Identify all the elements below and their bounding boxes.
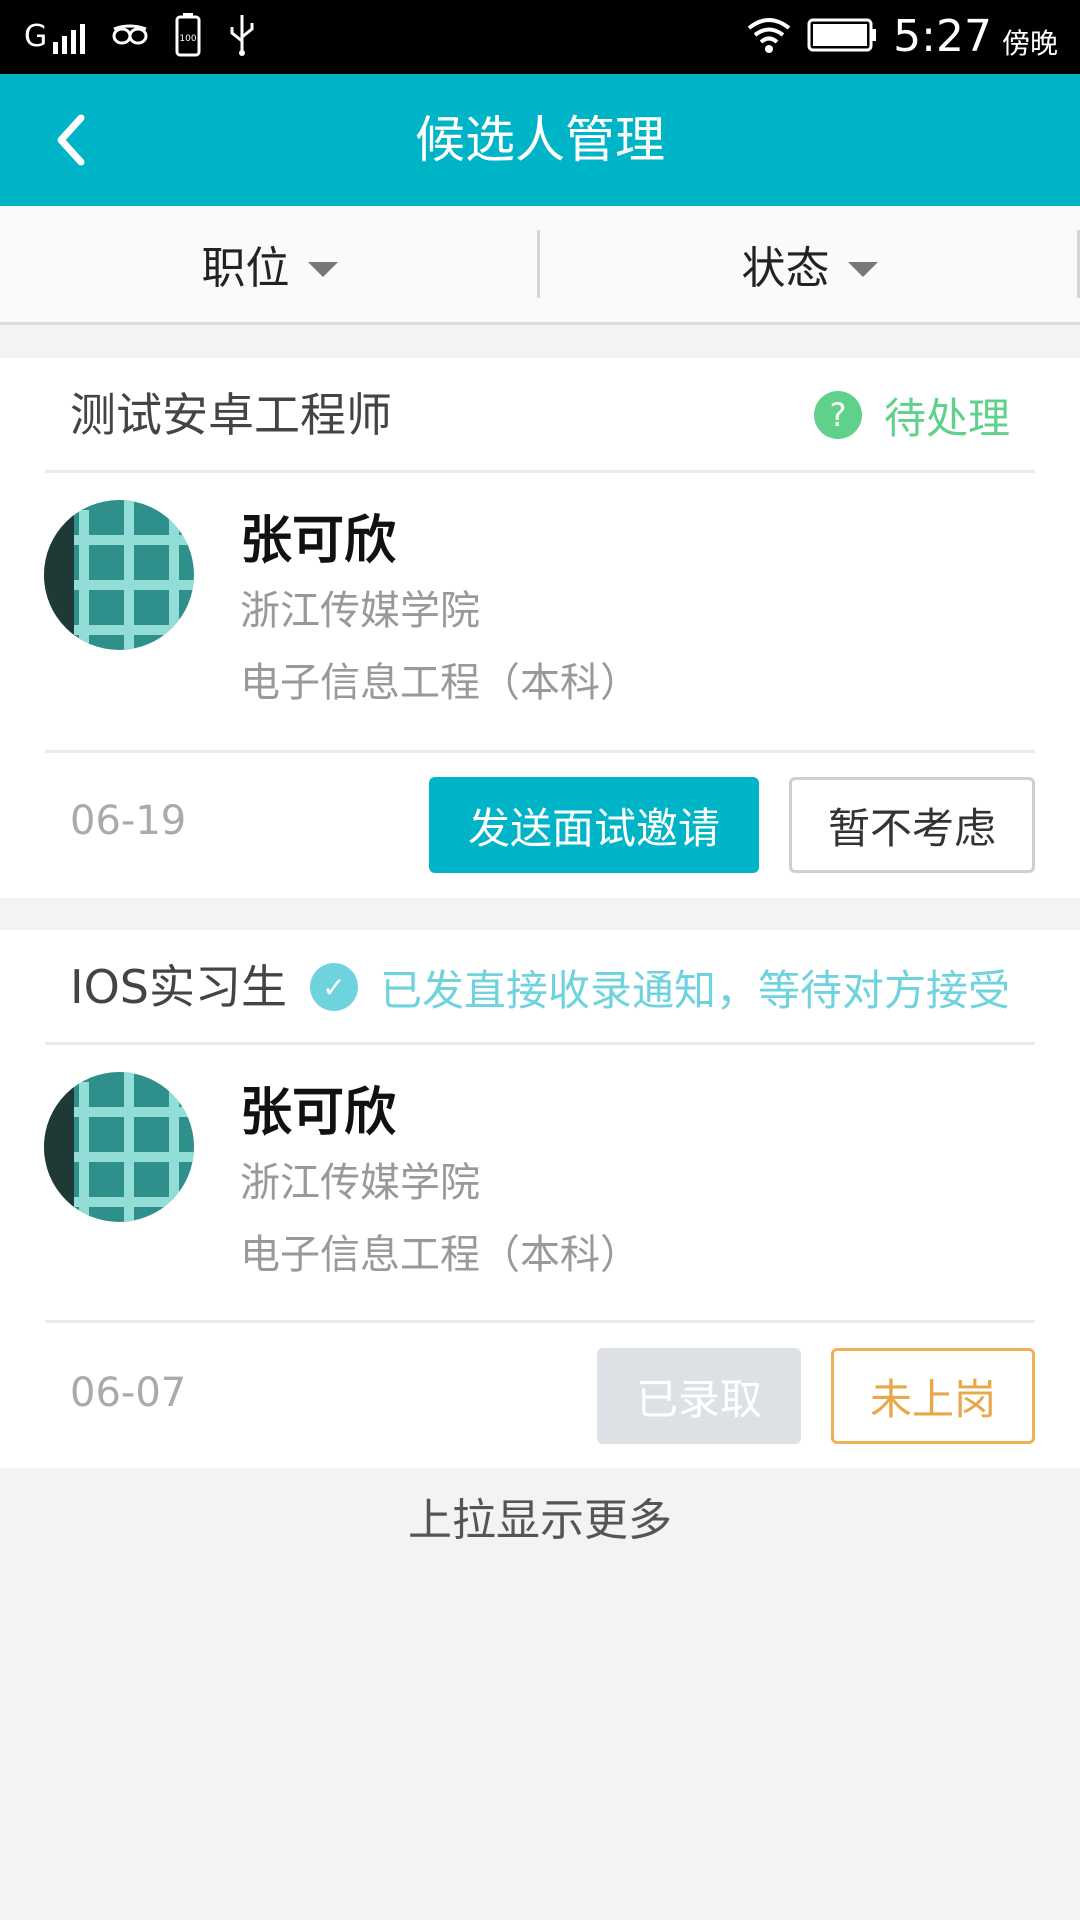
- apply-date: 06-07: [70, 1370, 187, 1416]
- status-bar: G 100 5:27 傍晚: [0, 0, 1080, 74]
- candidate-card[interactable]: IOS实习生 ✓ 已发直接收录通知，等待对方接受 张可欣 浙江传媒学院 电子信息…: [0, 930, 1080, 1468]
- clock-period: 傍晚: [1001, 27, 1058, 60]
- candidate-major: 电子信息工程（本科）: [240, 660, 640, 706]
- job-title: IOS实习生: [70, 960, 287, 1014]
- usb-icon: [227, 13, 257, 61]
- signal-icon: G: [24, 20, 86, 54]
- avatar[interactable]: [44, 1072, 194, 1222]
- status-badge: ✓ 已发直接收录通知，等待对方接受: [309, 930, 1010, 1044]
- svg-text:100: 100: [180, 34, 197, 44]
- card-header: 测试安卓工程师 ? 待处理: [0, 358, 1080, 472]
- page-title: 候选人管理: [415, 111, 665, 169]
- status-text: 已发直接收录通知，等待对方接受: [379, 965, 1010, 1015]
- app-bar: 候选人管理: [0, 74, 1080, 206]
- battery-saver-icon: 100: [175, 13, 201, 61]
- load-more-hint: 上拉显示更多: [408, 1495, 672, 1546]
- candidate-major: 电子信息工程（本科）: [240, 1232, 640, 1278]
- check-icon: ✓: [309, 963, 358, 1011]
- filter-bar: 职位 状态: [0, 206, 1080, 325]
- not-onboard-button[interactable]: 未上岗: [831, 1348, 1035, 1444]
- send-interview-invite-button[interactable]: 发送面试邀请: [429, 777, 759, 873]
- filter-status-label: 状态: [741, 243, 830, 294]
- dropdown-arrow-icon: [847, 261, 878, 277]
- divider: [45, 470, 1035, 473]
- candidate-name: 张可欣: [240, 511, 397, 571]
- candidate-school: 浙江传媒学院: [240, 588, 480, 634]
- divider: [45, 750, 1035, 753]
- status-text: 待处理: [883, 393, 1010, 443]
- back-button[interactable]: [42, 112, 98, 168]
- filter-position[interactable]: 职位: [0, 206, 539, 322]
- divider: [45, 1320, 1035, 1323]
- divider: [45, 1042, 1035, 1045]
- candidate-school: 浙江传媒学院: [240, 1160, 480, 1206]
- wifi-icon: [747, 16, 791, 58]
- question-icon: ?: [813, 391, 862, 439]
- glasses-icon: [111, 21, 149, 53]
- battery-icon: [807, 18, 877, 56]
- status-badge: ? 待处理: [813, 358, 1010, 472]
- avatar[interactable]: [44, 500, 194, 650]
- filter-position-label: 职位: [201, 243, 290, 294]
- clock: 5:27: [893, 11, 992, 62]
- dropdown-arrow-icon: [307, 261, 338, 277]
- card-header: IOS实习生 ✓ 已发直接收录通知，等待对方接受: [0, 930, 1080, 1044]
- filter-status[interactable]: 状态: [540, 206, 1079, 322]
- hired-button[interactable]: 已录取: [597, 1348, 801, 1444]
- candidate-name: 张可欣: [240, 1083, 397, 1143]
- not-consider-button[interactable]: 暂不考虑: [789, 777, 1035, 873]
- chevron-left-icon: [57, 114, 85, 166]
- candidate-card[interactable]: 测试安卓工程师 ? 待处理 张可欣 浙江传媒学院 电子信息工程（本科） 06-1…: [0, 358, 1080, 898]
- apply-date: 06-19: [70, 798, 187, 844]
- job-title: 测试安卓工程师: [70, 388, 392, 442]
